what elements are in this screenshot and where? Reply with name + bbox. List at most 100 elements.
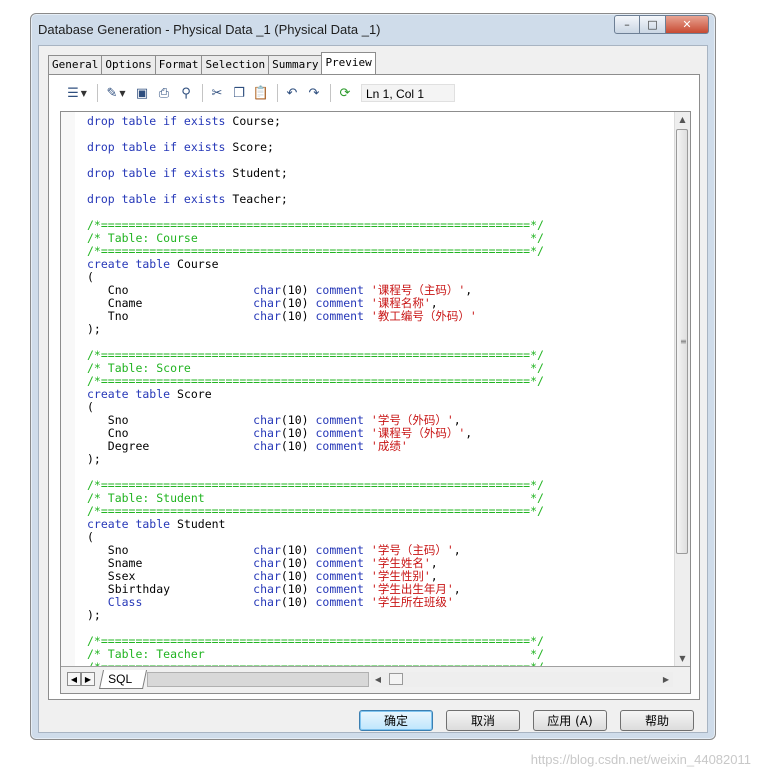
paste-icon[interactable]: 📋: [251, 83, 271, 103]
minimize-button[interactable]: –: [614, 15, 640, 34]
sql-text: ,: [453, 543, 461, 557]
redo-icon[interactable]: ↷: [304, 83, 324, 103]
sql-text: ,: [465, 283, 473, 297]
sql-text: Ssex: [87, 569, 254, 583]
tab-sql[interactable]: SQL: [98, 670, 148, 689]
sql-comment: /*======================================…: [87, 504, 544, 518]
sql-comment: /* Table: Teacher */: [87, 647, 544, 661]
sql-comment: /*======================================…: [87, 218, 544, 232]
cut-icon[interactable]: ✂: [207, 83, 227, 103]
sql-keyword: comment: [315, 582, 371, 596]
sql-text: Student;: [232, 166, 288, 180]
sql-text: Cno: [87, 426, 254, 440]
sql-text: ,: [453, 582, 461, 596]
sql-editor[interactable]: drop table if exists Course; drop table i…: [60, 111, 691, 694]
sql-keyword: comment: [315, 296, 371, 310]
horizontal-scroll-thumb[interactable]: [389, 673, 403, 685]
code-area[interactable]: drop table if exists Course; drop table i…: [61, 112, 675, 666]
maximize-button[interactable]: □: [640, 15, 666, 34]
sql-keyword: char: [253, 426, 281, 440]
sql-keyword: create table: [87, 517, 178, 531]
editor-bottom-bar: ◀ ▶ SQL ◀ ▶: [61, 666, 690, 693]
code-line: create table Student: [87, 518, 225, 531]
save-icon[interactable]: ▣: [132, 83, 152, 103]
code-line: create table Course: [87, 258, 219, 271]
scroll-left-icon[interactable]: ◀: [371, 672, 385, 687]
horizontal-scrollbar[interactable]: ◀ ▶: [371, 672, 673, 687]
tab-selection[interactable]: Selection: [201, 55, 270, 74]
sql-text: );: [87, 608, 101, 622]
code-line: Class char(10) comment '学生所在班级': [87, 596, 454, 609]
sql-text: (: [87, 270, 94, 284]
cursor-position: Ln 1, Col 1: [361, 84, 455, 102]
sql-text: );: [87, 452, 101, 466]
sql-string: '教工编号（外码）': [370, 309, 477, 323]
sql-text: );: [87, 322, 101, 336]
sql-text: Course: [177, 257, 219, 271]
sql-text: (: [87, 400, 94, 414]
scroll-right-icon[interactable]: ▶: [659, 672, 673, 687]
undo-icon[interactable]: ↶: [282, 83, 302, 103]
sql-text: (10): [280, 439, 316, 453]
sql-string: '学生姓名': [370, 556, 431, 570]
code-line: drop table if exists Student;: [87, 167, 288, 180]
sql-comment: /*======================================…: [87, 374, 544, 388]
preview-panel: ☰ ▼ ✎ ▼ ▣ ⎙ ⚲ ✂ ❐ 📋 ↶ ↷ ⟳ Ln 1, Col 1 dr…: [48, 74, 700, 700]
next-tab-icon[interactable]: ▶: [81, 672, 95, 686]
vertical-scrollbar[interactable]: ▲ ≡ ▼: [674, 112, 690, 666]
code-line: create table Score: [87, 388, 212, 401]
scroll-down-icon[interactable]: ▼: [675, 651, 690, 666]
close-button[interactable]: ✕: [666, 15, 709, 34]
sql-text: (10): [280, 569, 316, 583]
ok-button[interactable]: 确定: [359, 710, 433, 731]
sql-string: '学生所在班级': [370, 595, 454, 609]
edit-icon[interactable]: ✎ ▼: [102, 83, 130, 103]
cancel-button[interactable]: 取消: [446, 710, 520, 731]
code-line: );: [87, 453, 101, 466]
sql-keyword: drop table if exists: [87, 114, 233, 128]
tab-preview[interactable]: Preview: [321, 52, 376, 74]
sql-comment: /*======================================…: [87, 478, 544, 492]
sql-text: Score;: [232, 140, 274, 154]
dialog-client: General Options Format Selection Summary…: [38, 45, 708, 733]
sql-keyword: char: [253, 569, 281, 583]
tab-format[interactable]: Format: [154, 55, 203, 74]
sql-keyword: char: [253, 413, 281, 427]
sql-string: '学生出生年月': [370, 582, 454, 596]
sql-string: '课程号（外码）': [370, 426, 466, 440]
properties-icon[interactable]: ☰ ▼: [63, 83, 91, 103]
sql-keyword: char: [253, 556, 281, 570]
scroll-up-icon[interactable]: ▲: [675, 112, 690, 127]
sql-tab-label: SQL: [108, 672, 133, 686]
sql-text: (10): [280, 595, 316, 609]
dropdown-arrow-icon: ▼: [80, 88, 87, 98]
vertical-scroll-thumb[interactable]: ≡: [676, 129, 688, 554]
title-bar[interactable]: Database Generation - Physical Data _1 (…: [31, 14, 715, 46]
toolbar: ☰ ▼ ✎ ▼ ▣ ⎙ ⚲ ✂ ❐ 📋 ↶ ↷ ⟳ Ln 1, Col 1: [63, 82, 455, 104]
tab-summary[interactable]: Summary: [268, 55, 323, 74]
apply-button[interactable]: 应用 (A): [533, 710, 607, 731]
sql-string: '课程名称': [370, 296, 431, 310]
sql-keyword: Class: [87, 595, 254, 609]
sql-text: Sname: [87, 556, 254, 570]
sql-comment: /*======================================…: [87, 348, 544, 362]
tab-options[interactable]: Options: [101, 55, 156, 74]
sql-text: Course;: [232, 114, 281, 128]
tab-splitter[interactable]: [147, 672, 369, 687]
sql-keyword: char: [253, 283, 281, 297]
refresh-icon[interactable]: ⟳: [335, 83, 355, 103]
code-line: drop table if exists Score;: [87, 141, 274, 154]
sql-comment: /*======================================…: [87, 634, 544, 648]
help-button[interactable]: 帮助: [620, 710, 694, 731]
tab-general[interactable]: General: [48, 55, 103, 74]
sql-keyword: char: [253, 296, 281, 310]
editor-gutter: [61, 112, 75, 666]
print-icon[interactable]: ⎙: [154, 83, 174, 103]
sql-keyword: comment: [315, 595, 371, 609]
sql-text: ,: [465, 426, 473, 440]
find-icon[interactable]: ⚲: [176, 83, 196, 103]
prev-tab-icon[interactable]: ◀: [67, 672, 81, 686]
copy-icon[interactable]: ❐: [229, 83, 249, 103]
sql-text: Sno: [87, 543, 254, 557]
code-line: );: [87, 609, 101, 622]
